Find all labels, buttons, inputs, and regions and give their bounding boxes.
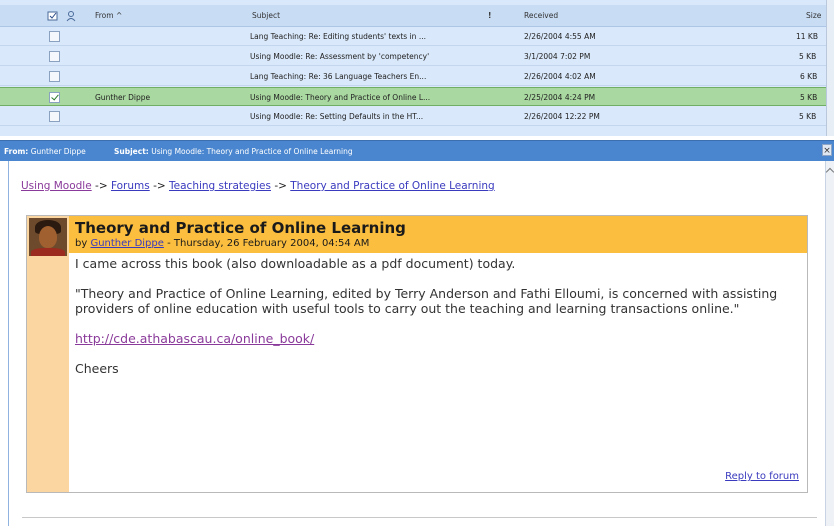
preview-subject: Subject: Using Moodle: Theory and Practi… [114,147,353,156]
row-size: 5 KB [799,112,817,121]
preview-from-value: Gunther Dippe [30,147,86,156]
post-title: Theory and Practice of Online Learning [75,219,406,237]
row-received: 3/1/2004 7:02 PM [524,52,591,61]
row-subject: Using Moodle: Re: Assessment by 'compete… [250,52,430,61]
message-row[interactable]: Lang Teaching: Re: 36 Language Teachers … [0,67,834,86]
breadcrumb-link-using-moodle[interactable]: Using Moodle [21,180,92,192]
row-from: Gunther Dippe [95,93,151,102]
breadcrumb-separator: -> [95,180,108,192]
attachment-column-icon[interactable] [47,10,59,22]
reply-to-forum-link[interactable]: Reply to forum [725,471,799,482]
preview-from: From: Gunther Dippe [4,147,86,156]
message-row[interactable]: Using Moodle: Re: Assessment by 'compete… [0,47,834,66]
column-received[interactable]: Received [524,11,558,20]
row-subject: Lang Teaching: Re: 36 Language Teachers … [250,72,427,81]
post-author-link[interactable]: Gunther Dippe [90,238,163,249]
post-paragraph: I came across this book (also downloadab… [75,256,516,271]
message-list-header: From ^ Subject ! Received Size [0,5,834,27]
preview-subject-value: Using Moodle: Theory and Practice of Onl… [151,147,353,156]
row-subject: Using Moodle: Re: Setting Defaults in th… [250,112,424,121]
row-checkbox-checked[interactable] [49,92,60,103]
avatar-shirt [31,248,65,256]
row-size: 11 KB [796,32,818,41]
avatar[interactable] [29,218,67,256]
preview-scrollbar[interactable] [825,161,834,526]
breadcrumb-link-discussion[interactable]: Theory and Practice of Online Learning [290,180,494,192]
breadcrumb-separator: -> [274,180,287,192]
row-checkbox[interactable] [49,71,60,82]
flag-person-column-icon[interactable] [65,10,77,22]
post-byline: by Gunther Dippe - Thursday, 26 February… [75,238,369,249]
post-date: - Thursday, 26 February 2004, 04:54 AM [167,238,370,249]
column-subject[interactable]: Subject [252,11,280,20]
message-list: From ^ Subject ! Received Size Lang Teac… [0,0,834,136]
scroll-up-icon[interactable] [825,167,834,177]
breadcrumb-link-teaching-strategies[interactable]: Teaching strategies [169,180,271,192]
column-from[interactable]: From ^ [95,11,122,20]
message-preview: Using Moodle -> Forums -> Teaching strat… [8,161,825,526]
breadcrumb: Using Moodle -> Forums -> Teaching strat… [21,180,495,192]
row-received: 2/26/2004 12:22 PM [524,112,600,121]
row-size: 6 KB [800,72,818,81]
row-checkbox[interactable] [49,51,60,62]
post-paragraph: "Theory and Practice of Online Learning,… [75,286,778,316]
preview-from-label: From: [4,147,29,156]
list-scrollbar[interactable] [826,0,834,136]
row-received: 2/26/2004 4:55 AM [524,32,596,41]
preview-header-bar: From: Gunther Dippe Subject: Using Moodl… [0,140,834,161]
breadcrumb-separator: -> [153,180,166,192]
message-row[interactable]: Lang Teaching: Re: Editing students' tex… [0,27,834,46]
preview-subject-label: Subject: [114,147,149,156]
message-row[interactable]: Using Moodle: Re: Setting Defaults in th… [0,107,834,126]
post-header: Theory and Practice of Online Learning b… [69,216,807,253]
divider [22,517,817,518]
row-checkbox[interactable] [49,111,60,122]
close-preview-button[interactable]: × [822,144,832,156]
message-row-selected[interactable]: Gunther Dippe Using Moodle: Theory and P… [0,87,834,106]
row-checkbox[interactable] [49,31,60,42]
row-size: 5 KB [800,93,818,102]
post-book-link[interactable]: http://cde.athabascau.ca/online_book/ [75,331,314,346]
row-subject: Lang Teaching: Re: Editing students' tex… [250,32,426,41]
post-sidebar [27,216,69,492]
column-importance[interactable]: ! [488,11,491,20]
row-subject: Using Moodle: Theory and Practice of Onl… [250,93,431,102]
row-received: 2/26/2004 4:02 AM [524,72,596,81]
post-signoff: Cheers [75,361,119,376]
column-size[interactable]: Size [806,11,821,20]
row-size: 5 KB [799,52,817,61]
avatar-face [39,226,57,248]
post-body: I came across this book (also downloadab… [75,256,805,391]
row-received: 2/25/2004 4:24 PM [524,93,596,102]
forum-post: Theory and Practice of Online Learning b… [26,215,808,493]
post-by-prefix: by [75,238,88,249]
breadcrumb-link-forums[interactable]: Forums [111,180,150,192]
